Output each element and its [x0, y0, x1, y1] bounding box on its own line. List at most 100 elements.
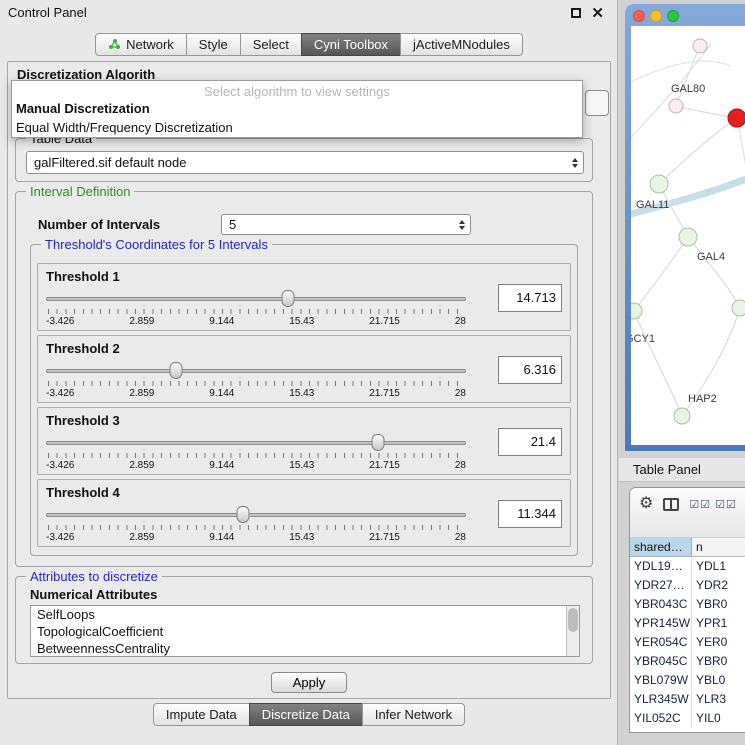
cell-name: YPR1	[692, 614, 745, 633]
table-row[interactable]: YDR27…YDR2	[630, 576, 745, 595]
slider-scale: -3.4262.8599.14415.4321.71528	[46, 388, 466, 399]
tab-impute-data[interactable]: Impute Data	[153, 703, 250, 726]
minimize-traffic-light-icon[interactable]	[650, 10, 662, 22]
attribute-list-item[interactable]: BetweennessCentrality	[31, 640, 579, 657]
attribute-list-item[interactable]: SelfLoops	[31, 606, 579, 623]
scale-label: 21.715	[369, 388, 400, 399]
table-row[interactable]: YPR145WYPR1	[630, 614, 745, 633]
network-node[interactable]	[728, 109, 745, 127]
table-row[interactable]: YIL052CYIL0	[630, 709, 745, 728]
attributes-group-title: Attributes to discretize	[26, 569, 162, 584]
float-window-icon[interactable]	[571, 8, 581, 18]
tab-style[interactable]: Style	[186, 33, 241, 56]
network-edge[interactable]	[676, 46, 700, 106]
network-node[interactable]	[669, 99, 683, 113]
threshold-value-box[interactable]: 21.4	[498, 428, 562, 456]
table-row[interactable]: YDL19…YDL1	[630, 557, 745, 576]
gear-icon[interactable]: ⚙	[639, 496, 653, 512]
node-label: GAL11	[636, 199, 669, 211]
network-edge[interactable]	[688, 237, 740, 308]
zoom-traffic-light-icon[interactable]	[667, 10, 679, 22]
tab-label: Discretize Data	[262, 707, 350, 722]
tab-label: Cyni Toolbox	[314, 37, 388, 52]
slider-thumb[interactable]	[371, 434, 384, 451]
algorithm-combo[interactable]	[585, 90, 609, 116]
network-edge[interactable]	[631, 44, 711, 146]
scale-label: 9.144	[209, 460, 234, 471]
slider-track[interactable]	[46, 513, 466, 517]
close-icon[interactable]: ✕	[591, 4, 604, 22]
network-node[interactable]	[631, 303, 642, 319]
network-view-window[interactable]: GAL80GAL11GAL4GCY1HAP2	[625, 4, 745, 451]
table-row[interactable]: YLR345WYLR3	[630, 690, 745, 709]
network-canvas[interactable]: GAL80GAL11GAL4GCY1HAP2	[631, 26, 745, 445]
control-panel: Control Panel ✕ Network Style Select Cyni T…	[0, 0, 618, 745]
slider-track[interactable]	[46, 297, 466, 301]
tab-infer-network[interactable]: Infer Network	[362, 703, 465, 726]
algorithm-option[interactable]: Equal Width/Frequency Discretization	[12, 118, 582, 137]
table-row[interactable]: YBR043CYBR0	[630, 595, 745, 614]
cell-shared-name: YDL19…	[630, 557, 692, 576]
scale-label: 2.859	[129, 388, 154, 399]
network-edge[interactable]	[634, 311, 682, 416]
column-header-name[interactable]: n	[692, 538, 745, 557]
threshold-slider[interactable]: -3.4262.8599.14415.4321.71528	[46, 290, 466, 328]
threshold-slider[interactable]: -3.4262.8599.14415.4321.71528	[46, 362, 466, 400]
network-icon	[108, 38, 121, 51]
network-svg: GAL80GAL11GAL4GCY1HAP2	[631, 26, 745, 445]
tab-cyni-toolbox[interactable]: Cyni Toolbox	[301, 33, 401, 56]
tab-select[interactable]: Select	[240, 33, 302, 56]
scale-label: 9.144	[209, 316, 234, 327]
threshold-slider[interactable]: -3.4262.8599.14415.4321.71528	[46, 506, 466, 544]
network-node[interactable]	[674, 408, 690, 424]
table-row[interactable]: YBL079WYBL0	[630, 671, 745, 690]
network-node[interactable]	[693, 39, 707, 53]
attribute-list-item[interactable]: TopologicalCoefficient	[31, 623, 579, 640]
num-intervals-select[interactable]: 5	[221, 214, 471, 235]
scale-label: 28	[455, 316, 466, 327]
slider-thumb[interactable]	[170, 362, 183, 379]
slider-thumb[interactable]	[282, 290, 295, 307]
scale-label: 2.859	[129, 460, 154, 471]
slider-thumb[interactable]	[237, 506, 250, 523]
slider-track[interactable]	[46, 441, 466, 445]
tab-label: Select	[253, 37, 289, 52]
tab-jactivemnodules[interactable]: jActiveMNodules	[400, 33, 523, 56]
panel-title: Control Panel	[8, 5, 87, 20]
apply-button[interactable]: Apply	[271, 672, 347, 693]
table-window: ⚙ ☑☑ ☑☑ shared… n YDL19…YDL1YDR27…YDR2YB…	[629, 487, 745, 733]
threshold-value-box[interactable]: 6.316	[498, 356, 562, 384]
tab-label: Style	[199, 37, 228, 52]
threshold-slider[interactable]: -3.4262.8599.14415.4321.71528	[46, 434, 466, 472]
close-traffic-light-icon[interactable]	[633, 10, 645, 22]
algorithm-placeholder: Select algorithm to view settings	[12, 81, 582, 99]
network-edge[interactable]	[737, 118, 745, 216]
cell-name: YLR3	[692, 690, 745, 709]
slider-ticks-icon	[48, 453, 464, 458]
table-panel-titlebar: Table Panel	[619, 458, 745, 482]
network-edge[interactable]	[634, 237, 688, 311]
table-data-select[interactable]: galFiltered.sif default node	[26, 151, 584, 174]
attributes-list[interactable]: SelfLoopsTopologicalCoefficientBetweenne…	[30, 605, 580, 657]
column-checkboxes-icon[interactable]: ☑☑ ☑☑	[689, 498, 737, 511]
slider-track[interactable]	[46, 369, 466, 373]
threshold-value-box[interactable]: 11.344	[498, 500, 562, 528]
tab-discretize-data[interactable]: Discretize Data	[249, 703, 363, 726]
cyni-toolbox-panel: Discretization Algorith Select algorithm…	[7, 61, 611, 699]
scale-label: -3.426	[46, 532, 74, 543]
scrollbar-thumb[interactable]	[568, 608, 578, 632]
threshold-value-box[interactable]: 14.713	[498, 284, 562, 312]
table-row[interactable]: YER054CYER0	[630, 633, 745, 652]
network-node[interactable]	[732, 300, 745, 316]
network-node[interactable]	[650, 175, 668, 193]
table-rows: YDL19…YDL1YDR27…YDR2YBR043CYBR0YPR145WYP…	[630, 557, 745, 728]
scrollbar[interactable]	[566, 606, 579, 656]
columns-icon[interactable]	[663, 498, 679, 511]
network-node[interactable]	[679, 228, 697, 246]
algorithm-option[interactable]: Manual Discretization	[12, 99, 582, 118]
column-header-shared[interactable]: shared…	[630, 538, 692, 557]
network-edge[interactable]	[659, 118, 737, 184]
control-panel-titlebar: Control Panel ✕	[0, 0, 617, 26]
tab-network[interactable]: Network	[95, 33, 187, 56]
table-row[interactable]: YBR045CYBR0	[630, 652, 745, 671]
